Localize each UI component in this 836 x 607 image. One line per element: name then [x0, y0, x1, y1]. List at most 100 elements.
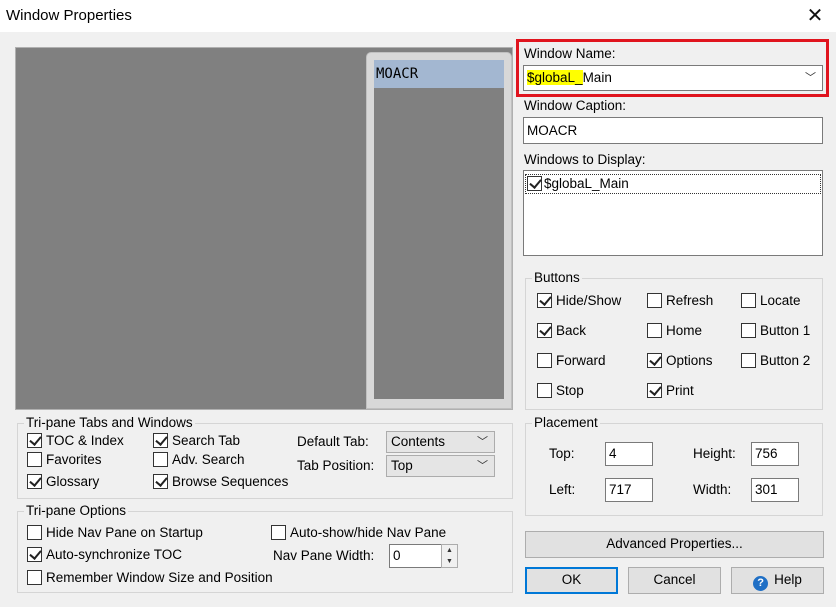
remember-window-checkbox[interactable]: Remember Window Size and Position — [27, 570, 273, 585]
default-tab-label: Default Tab: — [297, 434, 369, 449]
checkbox-label: Back — [556, 323, 587, 338]
checkbox-label: Favorites — [46, 452, 102, 467]
spin-up-icon[interactable]: ▲ — [442, 545, 457, 556]
glossary-checkbox[interactable]: Glossary — [27, 474, 99, 489]
window-caption-input[interactable]: MOACR — [523, 117, 823, 144]
locate-checkbox[interactable]: Locate — [741, 293, 801, 308]
height-label: Height: — [693, 446, 736, 461]
top-label: Top: — [549, 446, 575, 461]
spin-down-icon[interactable]: ▼ — [442, 556, 457, 567]
list-item-label: $globaL_Main — [544, 176, 629, 191]
checkbox-label: Hide/Show — [556, 293, 622, 308]
checkbox-icon — [741, 323, 756, 338]
ok-button[interactable]: OK — [525, 567, 618, 594]
checkbox-label: Locate — [760, 293, 801, 308]
tripane-tabs-group-label: Tri-pane Tabs and Windows — [24, 415, 195, 430]
checkbox-icon — [271, 525, 286, 540]
window-title: Window Properties — [6, 7, 132, 24]
checkbox-icon — [647, 293, 662, 308]
close-icon: ✕ — [806, 5, 824, 27]
browse-sequences-checkbox[interactable]: Browse Sequences — [153, 474, 288, 489]
checkbox-label: Adv. Search — [172, 452, 245, 467]
default-tab-value: Contents — [391, 434, 446, 449]
tripane-options-group-label: Tri-pane Options — [24, 503, 129, 518]
nav-pane-width-input[interactable]: 0 — [389, 544, 442, 568]
nav-pane-width-spinner[interactable]: ▲ ▼ — [441, 544, 458, 568]
tab-position-label: Tab Position: — [297, 458, 375, 473]
advanced-properties-button[interactable]: Advanced Properties... — [525, 531, 824, 558]
preview-caption: MOACR — [374, 60, 504, 88]
auto-show-nav-checkbox[interactable]: Auto-show/hide Nav Pane — [271, 525, 446, 540]
preview-window-body — [374, 88, 504, 399]
checkbox-icon — [537, 353, 552, 368]
height-input[interactable]: 756 — [751, 442, 799, 466]
checkbox-icon — [537, 293, 552, 308]
left-input[interactable]: 717 — [605, 478, 653, 502]
checkbox-label: Browse Sequences — [172, 474, 289, 489]
hide-show-checkbox[interactable]: Hide/Show — [537, 293, 621, 308]
default-tab-select[interactable]: Contents ﹀ — [386, 431, 495, 453]
checkbox-icon — [27, 547, 42, 562]
hide-nav-pane-checkbox[interactable]: Hide Nav Pane on Startup — [27, 525, 203, 540]
adv-search-checkbox[interactable]: Adv. Search — [153, 452, 245, 467]
cancel-button[interactable]: Cancel — [628, 567, 721, 594]
favorites-checkbox[interactable]: Favorites — [27, 452, 102, 467]
help-button-label: Help — [774, 572, 802, 587]
auto-sync-toc-checkbox[interactable]: Auto-synchronize TOC — [27, 547, 182, 562]
checkbox-label: Search Tab — [172, 433, 241, 448]
checkbox-icon — [27, 570, 42, 585]
chevron-down-icon: ﹀ — [477, 436, 488, 448]
stop-checkbox[interactable]: Stop — [537, 383, 584, 398]
buttons-group-label: Buttons — [532, 270, 582, 285]
checkbox-label: Forward — [556, 353, 606, 368]
checkbox-icon — [27, 433, 42, 448]
checkbox-icon — [741, 293, 756, 308]
checkbox-icon — [741, 353, 756, 368]
window-caption-label: Window Caption: — [524, 98, 627, 113]
tab-position-select[interactable]: Top ﹀ — [386, 455, 495, 477]
print-checkbox[interactable]: Print — [647, 383, 694, 398]
placement-group-label: Placement — [532, 415, 600, 430]
checkbox-icon — [647, 353, 662, 368]
checkbox-label: Hide Nav Pane on Startup — [46, 525, 203, 540]
checkbox-icon — [647, 323, 662, 338]
checkbox-label: Button 2 — [760, 353, 811, 368]
checkbox-icon — [153, 433, 168, 448]
search-tab-checkbox[interactable]: Search Tab — [153, 433, 240, 448]
checkbox-icon — [537, 323, 552, 338]
placement-group — [525, 423, 823, 516]
help-button[interactable]: ? Help — [731, 567, 824, 594]
nav-pane-width-label: Nav Pane Width: — [273, 548, 375, 563]
toc-index-checkbox[interactable]: TOC & Index — [27, 433, 124, 448]
checkbox-icon — [27, 474, 42, 489]
callout-highlight-box — [516, 39, 829, 97]
forward-checkbox[interactable]: Forward — [537, 353, 606, 368]
checkbox-label: Refresh — [666, 293, 714, 308]
close-button[interactable]: ✕ — [800, 2, 830, 30]
back-checkbox[interactable]: Back — [537, 323, 586, 338]
left-label: Left: — [549, 482, 576, 497]
top-input[interactable]: 4 — [605, 442, 653, 466]
checkbox-icon — [153, 474, 168, 489]
options-checkbox[interactable]: Options — [647, 353, 713, 368]
list-item-checkbox[interactable]: $globaL_Main — [527, 176, 629, 191]
help-icon: ? — [753, 576, 769, 591]
tab-position-value: Top — [391, 458, 413, 473]
checkbox-label: TOC & Index — [46, 433, 124, 448]
windows-to-display-label: Windows to Display: — [524, 152, 646, 167]
checkbox-icon — [537, 383, 552, 398]
refresh-checkbox[interactable]: Refresh — [647, 293, 713, 308]
chevron-down-icon: ﹀ — [477, 460, 488, 472]
checkbox-label: Options — [666, 353, 713, 368]
checkbox-label: Glossary — [46, 474, 100, 489]
checkbox-label: Remember Window Size and Position — [46, 570, 273, 585]
button2-checkbox[interactable]: Button 2 — [741, 353, 810, 368]
width-label: Width: — [693, 482, 732, 497]
checkbox-icon — [527, 176, 542, 191]
home-checkbox[interactable]: Home — [647, 323, 702, 338]
button1-checkbox[interactable]: Button 1 — [741, 323, 810, 338]
checkbox-label: Home — [666, 323, 703, 338]
checkbox-label: Stop — [556, 383, 584, 398]
width-input[interactable]: 301 — [751, 478, 799, 502]
checkbox-label: Print — [666, 383, 694, 398]
